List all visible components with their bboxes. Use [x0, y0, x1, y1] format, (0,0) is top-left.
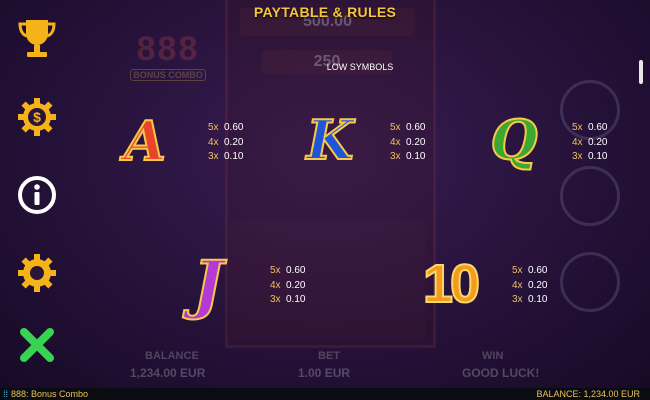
- win-label: WIN: [482, 350, 504, 362]
- trophy-icon: [18, 20, 56, 57]
- pay-mult: 4x: [390, 136, 401, 148]
- bet-value: 1.00 EUR: [298, 366, 351, 380]
- pay-value: 0.20: [224, 136, 244, 148]
- pay-mult: 5x: [572, 122, 583, 133]
- symbol-10-glyph: 10: [422, 254, 481, 314]
- pay-mult: 5x: [512, 265, 523, 276]
- pay-value: 0.10: [406, 151, 426, 162]
- symbol-k: K: [300, 108, 360, 172]
- info-icon: [18, 176, 56, 214]
- bet-settings-button[interactable]: $: [14, 94, 60, 140]
- pay-mult: 3x: [208, 151, 219, 162]
- close-button[interactable]: [14, 322, 60, 368]
- pay-mult: 5x: [208, 122, 219, 133]
- pay-value: 0.60: [406, 122, 426, 133]
- turbo-icon: [560, 252, 620, 312]
- status-bar: ⁞⁞ 888: Bonus Combo BALANCE: 1,234.00 EUR: [0, 388, 650, 400]
- info-button[interactable]: [14, 172, 60, 218]
- pay-mult: 4x: [270, 279, 281, 291]
- pay-value: 0.60: [286, 265, 306, 276]
- game-name-area: ⁞⁞ 888: Bonus Combo: [3, 388, 88, 400]
- symbol-q-glyph: Q: [489, 108, 538, 172]
- game-logo: 888 BONUS COMBO: [118, 30, 218, 88]
- spin-icon: [560, 166, 620, 226]
- paytable-screen: 888 BONUS COMBO 500.00 250 BALANCE 1,234…: [0, 0, 650, 388]
- pay-value: 0.20: [286, 279, 306, 291]
- pay-value: 0.60: [588, 122, 608, 133]
- symbol-k-pays: 5x 0.60 4x 0.20 3x 0.10: [390, 121, 425, 165]
- balance-value: 1,234.00 EUR: [130, 366, 206, 380]
- pay-mult: 4x: [208, 136, 219, 148]
- pay-value: 0.60: [224, 122, 244, 133]
- symbol-k-glyph: K: [306, 108, 355, 172]
- pay-value: 0.10: [286, 294, 306, 305]
- pay-value: 0.20: [528, 279, 548, 291]
- scrollbar[interactable]: [639, 60, 643, 84]
- coin-gear-icon: $: [18, 98, 56, 136]
- paytable-button[interactable]: [14, 16, 60, 62]
- pay-mult: 3x: [512, 294, 523, 305]
- pay-value: 0.20: [406, 136, 426, 148]
- logo-subtitle: BONUS COMBO: [130, 69, 206, 81]
- symbol-j-glyph: J: [192, 247, 224, 322]
- logo-digits: 888: [136, 30, 200, 68]
- settings-button[interactable]: [14, 250, 60, 296]
- pay-mult: 4x: [572, 136, 583, 148]
- side-controls: [560, 80, 624, 320]
- page-title: PAYTABLE & RULES: [253, 4, 397, 20]
- pay-mult: 3x: [572, 151, 583, 162]
- pay-mult: 3x: [270, 294, 281, 305]
- section-label: LOW SYMBOLS: [326, 62, 394, 72]
- pay-value: 0.10: [588, 151, 608, 162]
- pay-mult: 4x: [512, 279, 523, 291]
- close-icon: [20, 328, 54, 362]
- symbol-j-pays: 5x 0.60 4x 0.20 3x 0.10: [270, 264, 305, 308]
- pay-value: 0.60: [528, 265, 548, 276]
- background-game: 888 BONUS COMBO 500.00 250 BALANCE 1,234…: [0, 0, 650, 388]
- pay-mult: 5x: [270, 265, 281, 276]
- settings-gear-icon: [18, 254, 56, 292]
- grid-icon[interactable]: ⁞⁞: [3, 389, 8, 399]
- bet-label: BET: [318, 350, 340, 362]
- symbol-a-pays: 5x 0.60 4x 0.20 3x 0.10: [208, 121, 243, 165]
- symbol-10-pays: 5x 0.60 4x 0.20 3x 0.10: [512, 264, 547, 308]
- symbol-a-glyph: A: [123, 109, 167, 173]
- symbol-q: Q: [482, 108, 546, 172]
- pay-value: 0.10: [224, 151, 244, 162]
- win-value: GOOD LUCK!: [462, 366, 540, 380]
- symbol-j: J: [188, 245, 228, 325]
- pay-mult: 5x: [390, 122, 401, 133]
- footer-balance: BALANCE: 1,234.00 EUR: [536, 389, 640, 399]
- pay-value: 0.10: [528, 294, 548, 305]
- svg-text:$: $: [33, 109, 41, 125]
- symbol-a: A: [110, 110, 180, 172]
- pay-value: 0.20: [588, 136, 608, 148]
- reels: [230, 220, 425, 340]
- pay-mult: 3x: [390, 151, 401, 162]
- symbol-q-pays: 5x 0.60 4x 0.20 3x 0.10: [572, 121, 607, 165]
- game-name: 888: Bonus Combo: [11, 389, 89, 399]
- balance-label: BALANCE: [145, 350, 199, 362]
- symbol-10: 10: [408, 252, 492, 316]
